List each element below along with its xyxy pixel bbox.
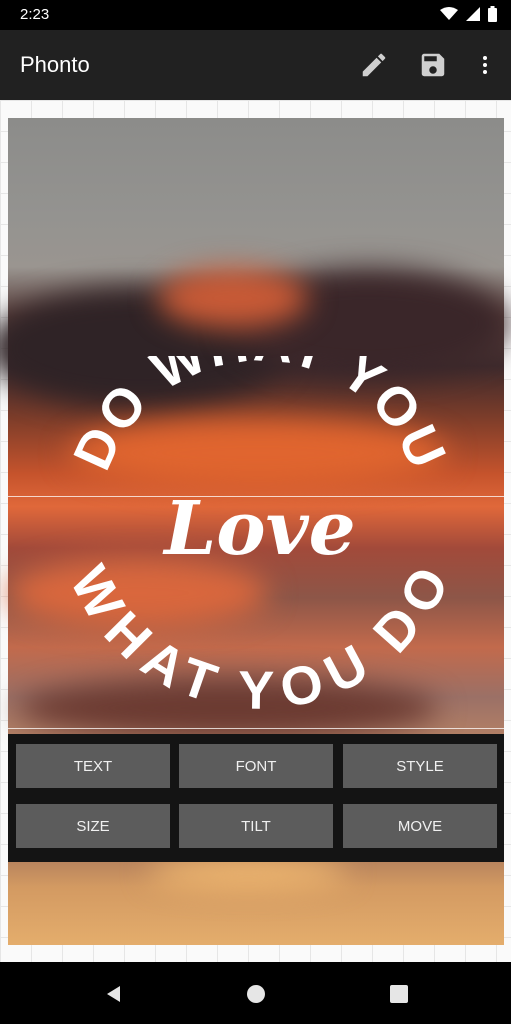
status-bar: 2:23 [0,0,511,30]
quote-top-arc-path: DO WHAT YOU [70,356,450,478]
tool-panel: TEXT FONT STYLE SIZE TILT MOVE [8,734,504,862]
cloud-shape [148,858,348,888]
signal-icon [466,7,480,21]
recents-button[interactable] [385,980,413,1008]
quote-center-word: Love [162,486,355,572]
nav-bar [0,962,511,1024]
back-icon [107,986,120,1002]
quote-bottom-arc: WHAT YOU DO [70,556,450,721]
battery-icon [488,6,497,22]
pencil-icon [362,53,386,77]
text-button[interactable]: TEXT [16,744,170,788]
wifi-icon [440,7,458,20]
save-icon [421,53,445,77]
app-title: Phonto [20,52,90,77]
cloud-shape [158,268,308,328]
size-button[interactable]: SIZE [16,804,170,848]
status-icons [440,6,497,22]
more-vert-icon [483,56,487,74]
home-icon [247,985,265,1003]
style-button[interactable]: STYLE [343,744,497,788]
quote-top-arc: DO WHAT YOU [70,356,450,478]
back-button[interactable] [100,980,128,1008]
app-bar: Phonto [0,30,511,100]
quote-bottom-arc-path: WHAT YOU DO [70,556,450,721]
quote-text[interactable]: DO WHAT YOU WHAT YOU DO Love [70,356,450,736]
move-button[interactable]: MOVE [343,804,497,848]
font-button[interactable]: FONT [179,744,333,788]
canvas-area: DO WHAT YOU WHAT YOU DO Love TEXT FONT S… [0,100,511,962]
tilt-button[interactable]: TILT [179,804,333,848]
status-time: 2:23 [20,6,50,23]
recents-icon [390,985,408,1003]
edit-button[interactable] [355,46,393,84]
home-button[interactable] [242,980,270,1008]
overflow-menu-button[interactable] [466,46,504,84]
save-button[interactable] [414,46,452,84]
